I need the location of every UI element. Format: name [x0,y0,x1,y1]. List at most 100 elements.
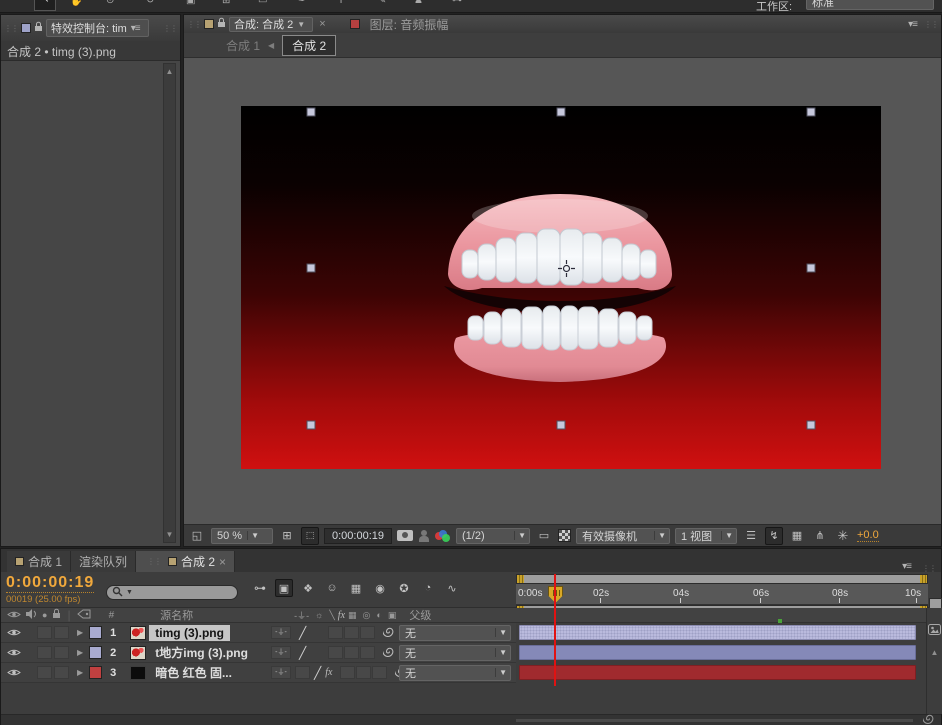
breadcrumb-comp1[interactable]: 合成 1 [226,37,260,54]
panel-grip[interactable]: ⋮⋮ [160,25,180,32]
effects-switch-icon[interactable]: fx [338,610,345,621]
lock-cell[interactable] [54,626,69,639]
lock-cell[interactable] [54,646,69,659]
adjustment-switch-icon[interactable]: ◐ [376,610,381,620]
layer-label-chip[interactable] [89,666,102,679]
zoom-tool-icon[interactable]: ⊙ [106,0,114,6]
camera-tool-icon[interactable]: ▣ [186,0,195,6]
lock-column-icon[interactable] [52,608,61,622]
visibility-eye-icon[interactable] [7,626,21,640]
shy-cell[interactable]: -⏚- [271,646,291,659]
3d-switch-icon[interactable]: ▣ [388,610,397,621]
layer1-duration-bar[interactable] [519,625,916,640]
live-update-icon[interactable]: ▣ [275,579,293,597]
work-area-top-strip[interactable] [516,574,928,584]
scroll-down-icon[interactable]: ▼ [164,530,175,539]
comp-button-icon[interactable] [928,624,941,638]
quality-switch[interactable]: ╱ [314,666,321,680]
switch-cell[interactable] [344,646,359,659]
magnification-dropdown[interactable]: 50 %▼ [211,528,273,544]
visibility-eye-icon[interactable] [7,646,21,660]
zoom-slider-track[interactable] [516,719,913,722]
pick-whip-icon[interactable] [383,645,396,661]
text-tool-icon[interactable]: T [338,0,344,6]
mini-flowchart-icon[interactable]: ⋔ [811,527,829,545]
selection-tool-button[interactable]: ↖ [34,0,56,11]
panel-menu-icon[interactable]: ▾≡ [898,561,915,572]
show-snapshot-icon[interactable] [418,530,430,542]
panel-grip[interactable]: ⋮⋮ [144,558,164,565]
grid-guides-icon[interactable]: ⊞ [278,527,296,545]
visibility-eye-icon[interactable] [7,666,21,680]
selection-handle[interactable] [557,421,566,430]
selection-handle[interactable] [807,264,816,273]
selection-handle[interactable] [807,108,816,117]
parent-dropdown[interactable]: 无▼ [399,645,511,661]
selection-handle[interactable] [307,421,316,430]
switch-cell[interactable] [360,626,375,639]
search-options-icon[interactable]: ▼ [126,589,133,596]
selection-handle[interactable] [557,108,566,117]
switch-cell[interactable] [295,666,310,679]
search-box[interactable]: ▼ [106,585,238,600]
viewer-timecode[interactable]: 0:00:00:19 [324,528,392,544]
ruler-band[interactable]: 0:00s 02s 04s 06s 08s 10s [516,584,928,605]
transparency-grid-icon[interactable] [558,529,571,542]
pixel-aspect-icon[interactable]: ▦ [788,527,806,545]
switch-cell[interactable] [340,666,355,679]
shy-cell[interactable]: -⏚- [271,666,291,679]
resolution-dropdown[interactable]: (1/2)▼ [456,528,530,544]
shy-layers-icon[interactable]: ☺ [323,579,341,597]
breadcrumb-comp2-current[interactable]: 合成 2 [282,35,336,56]
audio-cell[interactable] [37,646,52,659]
teeth-layer-image[interactable] [434,186,686,386]
tab-render-queue[interactable]: 渲染队列 [71,551,136,572]
panel-grip[interactable]: ⋮⋮ [921,21,941,28]
layer-name[interactable]: t地方img (3).png [149,643,254,662]
quality-switch-icon[interactable]: ╲ [329,610,334,621]
layer-row[interactable]: ▶ 3 暗色 红色 固... -⏚- ╱ fx 无▼ [1,663,516,683]
viewer-lock-icon[interactable] [217,17,226,31]
layer3-duration-bar[interactable] [519,665,916,680]
selection-handle[interactable] [307,108,316,117]
shape-tool-icon[interactable]: ▭ [258,0,267,6]
expand-arrow-icon[interactable]: ▶ [77,628,83,637]
layer-name[interactable]: 暗色 红色 固... [149,663,238,682]
panel-menu-icon[interactable]: ▾≡ [904,19,921,30]
switch-cell[interactable] [328,626,343,639]
scroll-up-icon[interactable]: ▲ [927,648,942,657]
audio-column-icon[interactable] [25,608,37,622]
exposure-value[interactable]: +0.0 [857,529,879,542]
time-ruler[interactable]: 0:00s 02s 04s 06s 08s 10s [516,572,928,608]
parent-dropdown[interactable]: 无▼ [399,625,511,641]
selection-handle[interactable] [307,264,316,273]
audio-cell[interactable] [37,626,52,639]
fast-preview-icon[interactable]: ↯ [765,527,783,545]
current-timecode[interactable]: 0:00:00:19 [6,574,94,593]
layer-row[interactable]: ▶ 1 timg (3).png -⏚- ╱ 无▼ [1,623,516,643]
work-area-start-handle[interactable] [517,575,524,583]
stamp-tool-icon[interactable]: ♟ [414,0,423,6]
parent-dropdown[interactable]: 无▼ [399,665,511,681]
close-tab-icon[interactable]: × [219,555,226,569]
scroll-up-icon[interactable]: ▲ [164,64,175,76]
expand-arrow-icon[interactable]: ▶ [77,668,83,677]
camera-dropdown[interactable]: 有效摄像机▼ [576,528,670,544]
collapse-switch-icon[interactable]: ☼ [315,610,323,620]
panel-grip[interactable]: ⋮⋮ [184,21,204,28]
selection-handle[interactable] [807,421,816,430]
motion-blur-icon[interactable]: ◉ [371,579,389,597]
panel-grip[interactable]: ⋮⋮ [1,25,21,32]
viewer-viewport[interactable] [184,58,941,524]
share-view-icon[interactable]: ☰ [742,527,760,545]
comp-marker[interactable] [778,619,782,623]
view-layout-dropdown[interactable]: 1 视图▼ [675,528,737,544]
playhead-line[interactable] [554,574,556,686]
layer-label-chip[interactable] [89,646,102,659]
rotate-tool-icon[interactable]: ↻ [146,0,154,6]
pan-behind-tool-icon[interactable]: ⊞ [222,0,230,6]
brush-tool-icon[interactable]: ✎ [378,0,386,6]
graph-editor-icon[interactable]: ∿ [443,579,461,597]
quality-switch[interactable]: ╱ [299,646,306,660]
shy-switch-icon[interactable]: -⏚- [294,609,309,622]
